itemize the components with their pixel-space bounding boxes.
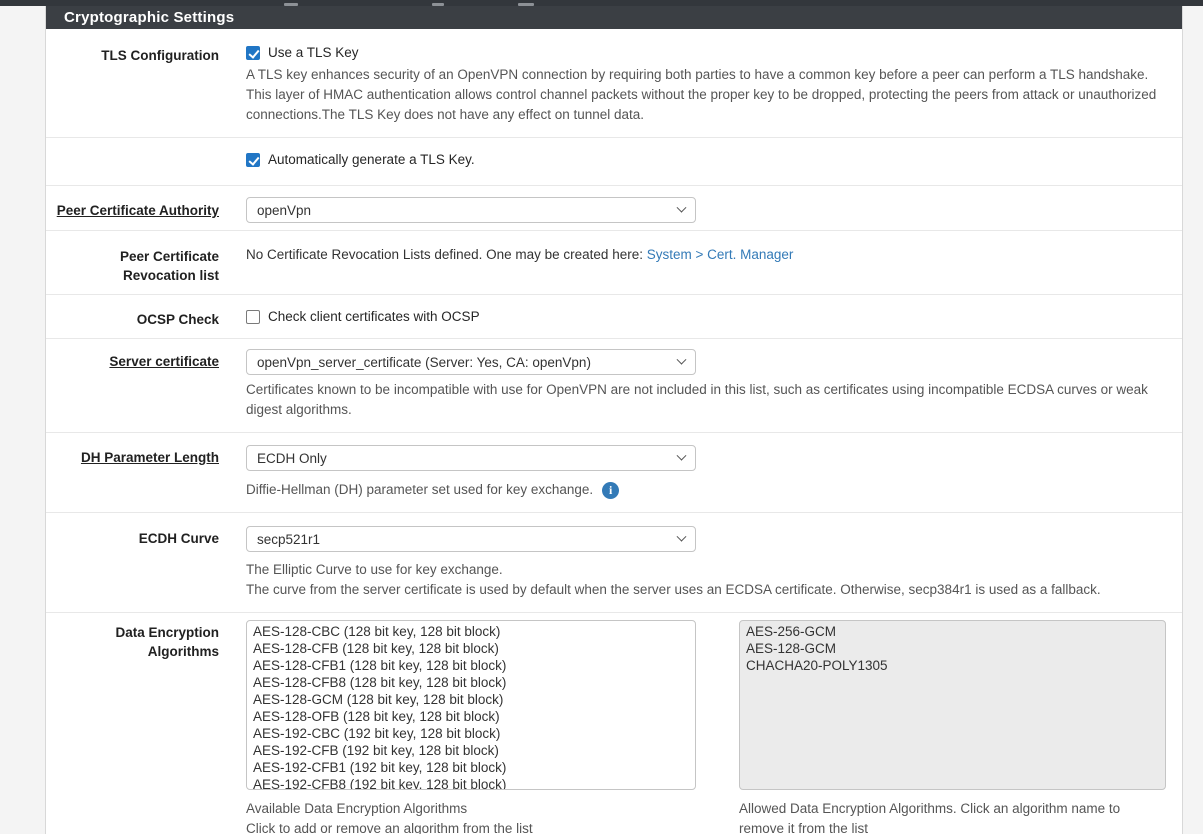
tls-configuration-label: TLS Configuration [46, 29, 246, 137]
row-peer-certificate-revocation: Peer Certificate Revocation list No Cert… [46, 231, 1182, 295]
chevron-down-icon [677, 202, 687, 212]
page: Cryptographic Settings TLS Configuration… [0, 0, 1203, 834]
available-algorithm-option[interactable]: AES-192-CFB1 (192 bit key, 128 bit block… [253, 759, 695, 776]
allowed-algorithms-list[interactable]: AES-256-GCMAES-128-GCMCHACHA20-POLY1305 [739, 620, 1166, 790]
available-algorithm-option[interactable]: AES-128-CFB (128 bit key, 128 bit block) [253, 640, 695, 657]
dh-parameter-length-select[interactable]: ECDH Only [246, 445, 696, 471]
chevron-down-icon [677, 531, 687, 541]
allowed-algorithm-option[interactable]: CHACHA20-POLY1305 [746, 657, 1165, 674]
available-caption-line2: Click to add or remove an algorithm from… [246, 819, 696, 834]
use-tls-key-label: Use a TLS Key [268, 45, 359, 60]
available-algorithm-option[interactable]: AES-128-CFB8 (128 bit key, 128 bit block… [253, 674, 695, 691]
peer-certificate-authority-value: openVpn [257, 203, 311, 218]
navbar-text-remnant [518, 3, 534, 6]
ecdh-curve-help-line1: The Elliptic Curve to use for key exchan… [246, 560, 1168, 580]
row-data-encryption-algorithms: Data Encryption Algorithms AES-128-CBC (… [46, 613, 1182, 834]
row-server-certificate: Server certificate openVpn_server_certif… [46, 339, 1182, 433]
panel-title: Cryptographic Settings [46, 6, 1182, 29]
allowed-caption: Allowed Data Encryption Algorithms. Clic… [739, 799, 1166, 834]
chevron-down-icon [677, 354, 687, 364]
available-caption-line1: Available Data Encryption Algorithms [246, 799, 696, 819]
top-navbar-clipped [0, 0, 1203, 6]
ecdh-curve-label: ECDH Curve [46, 513, 246, 612]
available-algorithm-option[interactable]: AES-128-OFB (128 bit key, 128 bit block) [253, 708, 695, 725]
available-algorithm-option[interactable]: AES-128-CFB1 (128 bit key, 128 bit block… [253, 657, 695, 674]
auto-generate-tls-key-label: Automatically generate a TLS Key. [268, 152, 475, 167]
row-dh-parameter-length: DH Parameter Length ECDH Only Diffie-Hel… [46, 433, 1182, 513]
row-tls-configuration: TLS Configuration Use a TLS Key A TLS ke… [46, 29, 1182, 138]
row-ocsp-check: OCSP Check Check client certificates wit… [46, 295, 1182, 339]
info-icon[interactable] [602, 482, 619, 499]
available-algorithm-option[interactable]: AES-128-GCM (128 bit key, 128 bit block) [253, 691, 695, 708]
empty-label [46, 138, 246, 185]
navbar-text-remnant [284, 3, 298, 6]
row-tls-auto-generate: Automatically generate a TLS Key. [46, 138, 1182, 186]
server-certificate-label: Server certificate [109, 354, 219, 369]
crl-status-text: No Certificate Revocation Lists defined.… [246, 247, 647, 262]
available-algorithm-option[interactable]: AES-192-CFB (192 bit key, 128 bit block) [253, 742, 695, 759]
available-algorithm-option[interactable]: AES-128-CBC (128 bit key, 128 bit block) [253, 623, 695, 640]
available-algorithms-list[interactable]: AES-128-CBC (128 bit key, 128 bit block)… [246, 620, 696, 790]
peer-certificate-authority-select[interactable]: openVpn [246, 197, 696, 223]
cryptographic-settings-panel: Cryptographic Settings TLS Configuration… [45, 6, 1183, 834]
chevron-down-icon [677, 450, 687, 460]
ocsp-check-checkbox[interactable] [246, 310, 260, 324]
dh-parameter-length-label: DH Parameter Length [81, 450, 219, 465]
allowed-algorithm-option[interactable]: AES-256-GCM [746, 623, 1165, 640]
navbar-text-remnant [432, 3, 444, 6]
server-certificate-help-text: Certificates known to be incompatible wi… [246, 380, 1168, 420]
row-ecdh-curve: ECDH Curve secp521r1 The Elliptic Curve … [46, 513, 1182, 613]
auto-generate-tls-key-checkbox[interactable] [246, 153, 260, 167]
cert-manager-link[interactable]: System > Cert. Manager [647, 247, 794, 262]
dh-parameter-help-text: Diffie-Hellman (DH) parameter set used f… [246, 482, 593, 497]
data-encryption-algorithms-label: Data Encryption Algorithms [46, 613, 246, 834]
available-algorithm-option[interactable]: AES-192-CFB8 (192 bit key, 128 bit block… [253, 776, 695, 790]
dh-parameter-length-value: ECDH Only [257, 451, 327, 466]
ecdh-curve-select[interactable]: secp521r1 [246, 526, 696, 552]
row-peer-certificate-authority: Peer Certificate Authority openVpn [46, 186, 1182, 231]
ecdh-curve-value: secp521r1 [257, 532, 320, 547]
peer-certificate-authority-label: Peer Certificate Authority [57, 203, 219, 218]
available-algorithm-option[interactable]: AES-192-CBC (192 bit key, 128 bit block) [253, 725, 695, 742]
ecdh-curve-help-line2: The curve from the server certificate is… [246, 580, 1168, 600]
peer-certificate-revocation-label: Peer Certificate Revocation list [46, 231, 246, 294]
allowed-algorithm-option[interactable]: AES-128-GCM [746, 640, 1165, 657]
server-certificate-value: openVpn_server_certificate (Server: Yes,… [257, 355, 591, 370]
tls-key-help-text: A TLS key enhances security of an OpenVP… [246, 65, 1168, 125]
ocsp-check-checkbox-label: Check client certificates with OCSP [268, 309, 480, 324]
use-tls-key-checkbox[interactable] [246, 46, 260, 60]
server-certificate-select[interactable]: openVpn_server_certificate (Server: Yes,… [246, 349, 696, 375]
ocsp-check-label: OCSP Check [46, 295, 246, 338]
